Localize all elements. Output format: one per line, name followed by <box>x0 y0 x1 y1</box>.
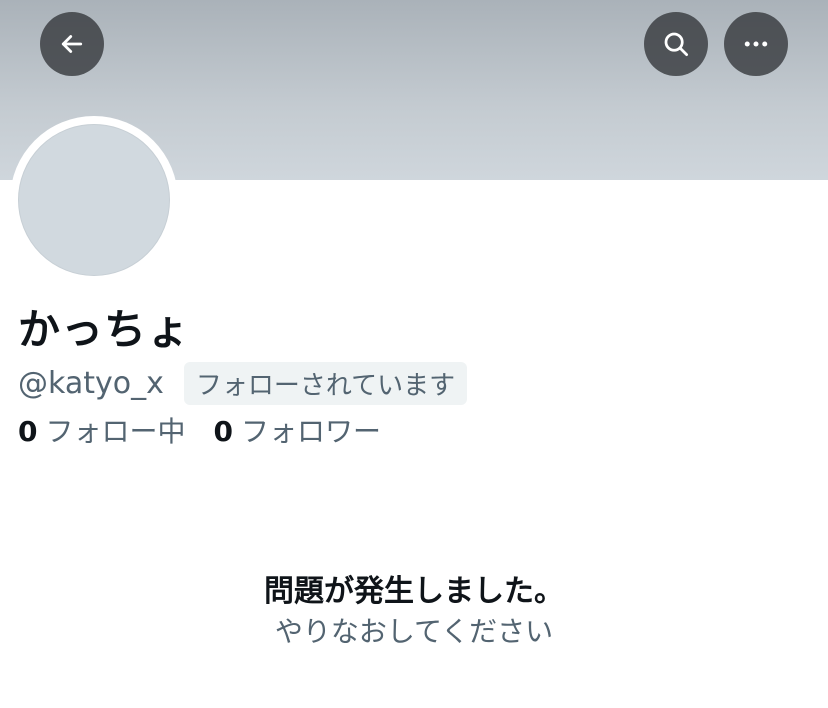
search-button[interactable] <box>644 12 708 76</box>
followers-count: 0 <box>213 415 233 448</box>
arrow-left-icon <box>61 35 83 53</box>
following-label: フォロー中 <box>45 415 186 448</box>
more-horizontal-icon <box>744 41 768 47</box>
followers-label: フォロワー <box>240 415 381 448</box>
followers-stat[interactable]: 0 フォロワー <box>214 410 382 450</box>
follow-stats: 0 フォロー中 0 フォロワー <box>18 410 381 450</box>
handle-row: @katyo_x フォローされています <box>18 361 468 405</box>
following-stat[interactable]: 0 フォロー中 <box>18 410 186 450</box>
retry-link[interactable]: やりなおしてください <box>0 610 828 650</box>
more-options-button[interactable] <box>724 12 788 76</box>
error-title: 問題が発生しました。 <box>264 574 564 609</box>
back-button[interactable] <box>40 12 104 76</box>
search-icon <box>664 32 688 56</box>
avatar-placeholder <box>18 124 170 276</box>
follows-you-badge: フォローされています <box>183 361 468 405</box>
user-handle: @katyo_x <box>18 365 164 401</box>
display-name: かっちょ <box>18 305 191 354</box>
profile-avatar[interactable] <box>10 116 178 284</box>
following-count: 0 <box>18 415 38 448</box>
